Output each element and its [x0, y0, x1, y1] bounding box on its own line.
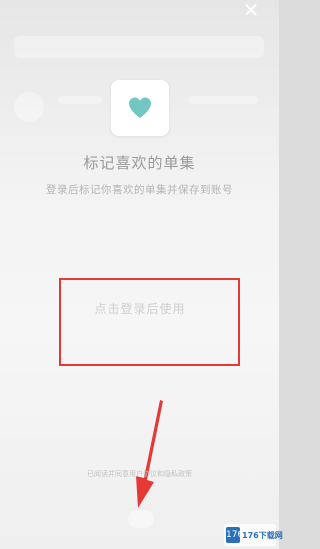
- red-arrow-annotation: [136, 400, 163, 508]
- watermark-logo-icon: 176: [226, 527, 243, 543]
- site-watermark: 176 176下载网: [224, 524, 283, 546]
- bottom-handle: [128, 510, 154, 528]
- overlay-title: 标记喜欢的单集: [83, 154, 196, 172]
- agreement-text[interactable]: 已阅读并同意用户协议和隐私政策: [0, 469, 279, 479]
- red-highlight-box: [59, 278, 240, 366]
- background-card: [14, 92, 44, 122]
- background-card: [188, 96, 258, 104]
- close-button[interactable]: ✕: [241, 0, 261, 20]
- app-icon-card: [111, 80, 169, 136]
- background-card: [14, 36, 264, 58]
- watermark-text: 176下载网: [242, 530, 283, 540]
- overlay-subtitle: 登录后标记你喜欢的单集并保存到账号: [46, 184, 233, 196]
- heart-icon: [129, 97, 151, 118]
- background-card: [58, 96, 102, 104]
